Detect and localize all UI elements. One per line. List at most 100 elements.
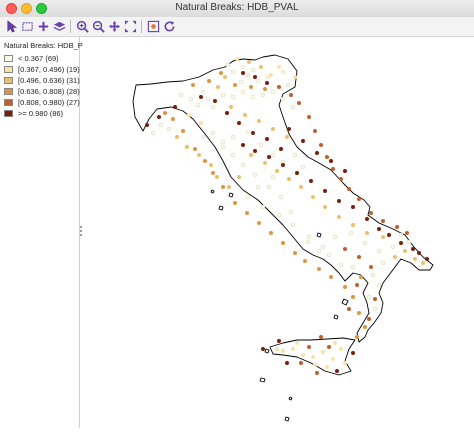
- map-point[interactable]: [220, 144, 226, 150]
- map-point[interactable]: [301, 139, 305, 143]
- map-point[interactable]: [320, 244, 326, 250]
- map-point[interactable]: [280, 96, 286, 102]
- full-extent-icon[interactable]: [122, 18, 138, 34]
- map-point[interactable]: [237, 175, 241, 179]
- legend-item[interactable]: >= 0.980 (86): [4, 108, 63, 118]
- map-point[interactable]: [305, 239, 311, 245]
- legend-item[interactable]: < 0.367 (69): [4, 53, 59, 63]
- map-point[interactable]: [178, 92, 184, 98]
- map-point[interactable]: [270, 152, 276, 158]
- map-canvas[interactable]: [83, 37, 474, 428]
- map-point[interactable]: [249, 153, 253, 157]
- map-point[interactable]: [376, 282, 382, 288]
- map-point[interactable]: [173, 105, 177, 109]
- map-point[interactable]: [291, 347, 295, 351]
- map-point[interactable]: [270, 89, 276, 95]
- map-point[interactable]: [325, 365, 329, 369]
- map-point[interactable]: [332, 234, 338, 240]
- map-point[interactable]: [209, 163, 213, 167]
- map-point[interactable]: [316, 248, 322, 254]
- map-point[interactable]: [380, 260, 386, 266]
- map-point[interactable]: [343, 247, 347, 251]
- map-point[interactable]: [281, 241, 285, 245]
- map-point[interactable]: [357, 311, 361, 315]
- map-point[interactable]: [417, 251, 421, 255]
- legend-item[interactable]: [0.808, 0.980) (27): [4, 97, 80, 107]
- map-point[interactable]: [351, 223, 355, 227]
- map-point[interactable]: [166, 126, 172, 132]
- map-point[interactable]: [343, 169, 347, 173]
- map-point[interactable]: [343, 361, 347, 365]
- map-point[interactable]: [290, 222, 296, 228]
- map-point[interactable]: [187, 113, 191, 117]
- select-arrow-icon[interactable]: [3, 18, 19, 34]
- map-point[interactable]: [293, 75, 297, 79]
- map-point[interactable]: [405, 231, 409, 235]
- map-point[interactable]: [367, 317, 371, 321]
- map-point[interactable]: [227, 185, 231, 189]
- map-point[interactable]: [163, 111, 167, 115]
- map-point[interactable]: [301, 353, 305, 357]
- map-point[interactable]: [285, 135, 289, 139]
- map-point[interactable]: [369, 265, 373, 269]
- map-point[interactable]: [181, 129, 185, 133]
- map-point[interactable]: [319, 335, 323, 339]
- map-point[interactable]: [243, 113, 247, 117]
- map-point[interactable]: [185, 145, 189, 149]
- map-point[interactable]: [220, 92, 226, 98]
- map-point[interactable]: [373, 297, 377, 301]
- map-point[interactable]: [220, 139, 226, 145]
- map-point[interactable]: [229, 105, 233, 109]
- map-point[interactable]: [205, 96, 211, 102]
- map-point[interactable]: [299, 185, 303, 189]
- map-point[interactable]: [200, 89, 206, 95]
- map-point[interactable]: [158, 122, 164, 128]
- map-point[interactable]: [175, 135, 179, 139]
- map-point[interactable]: [233, 83, 237, 87]
- map-point[interactable]: [225, 111, 229, 115]
- map-point[interactable]: [357, 255, 361, 259]
- map-point[interactable]: [261, 347, 265, 351]
- map-point[interactable]: [329, 159, 333, 163]
- map-point[interactable]: [230, 152, 236, 158]
- map-point[interactable]: [372, 306, 378, 312]
- map-point[interactable]: [263, 161, 267, 165]
- map-point[interactable]: [279, 147, 283, 151]
- map-point[interactable]: [323, 189, 327, 193]
- map-point[interactable]: [269, 73, 273, 77]
- map-point[interactable]: [157, 115, 161, 119]
- save-image-icon[interactable]: [145, 18, 161, 34]
- map-point[interactable]: [280, 69, 286, 75]
- map-point[interactable]: [293, 251, 297, 255]
- map-point[interactable]: [255, 78, 261, 84]
- map-point[interactable]: [307, 115, 311, 119]
- map-point[interactable]: [223, 75, 227, 79]
- map-point[interactable]: [230, 94, 236, 100]
- map-point[interactable]: [188, 96, 194, 102]
- zoom-out-icon[interactable]: [90, 18, 106, 34]
- map-point[interactable]: [200, 134, 206, 140]
- map-point[interactable]: [247, 60, 251, 64]
- map-point[interactable]: [250, 67, 256, 73]
- map-point[interactable]: [347, 307, 351, 311]
- map-point[interactable]: [335, 369, 339, 373]
- map-point[interactable]: [339, 347, 343, 351]
- map-point[interactable]: [276, 212, 282, 218]
- map-point[interactable]: [326, 252, 332, 258]
- map-point[interactable]: [249, 85, 253, 89]
- map-point[interactable]: [287, 127, 291, 131]
- layers-icon[interactable]: [51, 18, 67, 34]
- map-point[interactable]: [245, 129, 251, 135]
- map-point[interactable]: [211, 171, 215, 175]
- map-point[interactable]: [351, 295, 355, 299]
- map-point[interactable]: [315, 151, 319, 155]
- map-point[interactable]: [197, 153, 201, 157]
- map-point[interactable]: [303, 259, 307, 263]
- map-point[interactable]: [319, 143, 323, 147]
- map-point[interactable]: [348, 230, 354, 236]
- map-point[interactable]: [221, 185, 225, 189]
- map-point[interactable]: [317, 267, 321, 271]
- map-point[interactable]: [331, 357, 335, 361]
- map-point[interactable]: [240, 89, 246, 95]
- pan-icon[interactable]: [106, 18, 122, 34]
